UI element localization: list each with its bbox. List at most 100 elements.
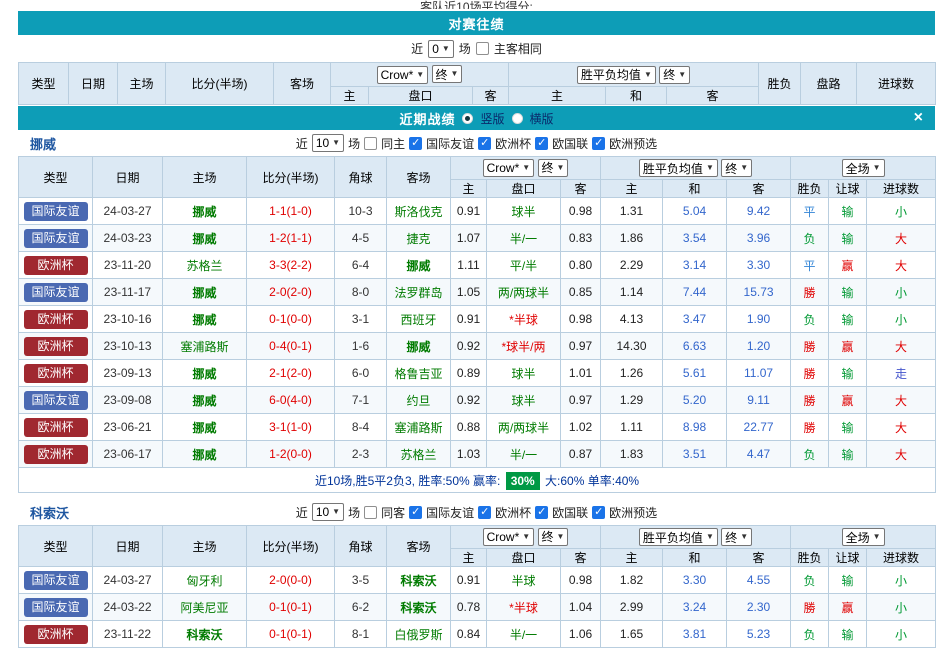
horizontal-layout-label[interactable]: 横版 — [530, 110, 554, 127]
avg-lose: 9.11 — [727, 387, 791, 414]
away-team-link[interactable]: 苏格兰 — [387, 441, 451, 468]
match-score: 0-4(0-1) — [247, 333, 335, 360]
result-flag: 勝 — [791, 333, 829, 360]
result-flag: 平 — [791, 252, 829, 279]
wdl-avg-select[interactable]: 胜平负均值 ▼ — [639, 528, 718, 546]
wdl-time-select[interactable]: 终 ▼ — [721, 159, 752, 177]
home-team-link[interactable]: 挪威 — [163, 279, 247, 306]
wdl-time-select[interactable]: 终 ▼ — [721, 528, 752, 546]
horizontal-layout-radio[interactable] — [512, 113, 523, 124]
away-team-link[interactable]: 科索沃 — [387, 594, 451, 621]
match-type-badge: 欧洲杯 — [24, 337, 88, 356]
home-team-link[interactable]: 挪威 — [163, 414, 247, 441]
match-type-cell: 欧洲杯 — [19, 333, 93, 360]
filter-eurocup-checkbox[interactable] — [478, 137, 491, 150]
away-team-link[interactable]: 斯洛伐克 — [387, 198, 451, 225]
goals-flag: 小 — [867, 621, 936, 648]
odds-company-header: Crow* ▼ 终 ▼ — [451, 526, 601, 549]
match-row: 欧洲杯23-10-13塞浦路斯0-4(0-1)1-6挪威0.92*球半/两0.9… — [19, 333, 936, 360]
filter-friendly-label: 国际友谊 — [426, 135, 474, 152]
match-type-cell: 国际友谊 — [19, 225, 93, 252]
filter-euroqualifier-checkbox[interactable] — [592, 506, 605, 519]
recent-results-table-away: 类型 日期 主场 比分(半场) 角球 客场 Crow* ▼ 终 ▼ — [18, 525, 936, 648]
home-team-link[interactable]: 挪威 — [163, 441, 247, 468]
match-score: 2-0(0-0) — [247, 567, 335, 594]
home-team-link[interactable]: 挪威 — [163, 360, 247, 387]
home-team-link[interactable]: 匈牙利 — [163, 567, 247, 594]
vertical-layout-label[interactable]: 竖版 — [480, 110, 504, 127]
same-venue-checkbox[interactable] — [364, 506, 377, 519]
away-team-link[interactable]: 挪威 — [387, 252, 451, 279]
corner-count: 8-4 — [335, 414, 387, 441]
same-home-away-checkbox[interactable] — [476, 42, 489, 55]
filter-nationsleague-checkbox[interactable] — [535, 137, 548, 150]
near-count-select[interactable]: 10 ▼ — [312, 503, 344, 521]
home-team-link[interactable]: 科索沃 — [163, 621, 247, 648]
h2h-near-count-select[interactable]: 0 ▼ — [428, 40, 454, 58]
match-type-badge: 国际友谊 — [24, 571, 88, 590]
home-team-link[interactable]: 挪威 — [163, 306, 247, 333]
away-team-link[interactable]: 塞浦路斯 — [387, 414, 451, 441]
away-team-link[interactable]: 白俄罗斯 — [387, 621, 451, 648]
col-result: 胜负 — [791, 180, 829, 198]
away-avg-goals-label: 客队近10场平均得分: — [420, 0, 533, 9]
filter-friendly-checkbox[interactable] — [409, 137, 422, 150]
same-venue-checkbox[interactable] — [364, 137, 377, 150]
wdl-avg-select[interactable]: 胜平负均值 ▼ — [577, 66, 656, 84]
match-date: 24-03-27 — [93, 567, 163, 594]
away-team-link[interactable]: 科索沃 — [387, 567, 451, 594]
goals-flag: 走 — [867, 360, 936, 387]
away-team-link[interactable]: 挪威 — [387, 333, 451, 360]
match-row: 国际友谊24-03-27挪威1-1(1-0)10-3斯洛伐克0.91球半0.98… — [19, 198, 936, 225]
away-team-link[interactable]: 西班牙 — [387, 306, 451, 333]
close-icon[interactable]: × — [914, 110, 923, 126]
home-team-link[interactable]: 挪威 — [163, 387, 247, 414]
avg-lose: 3.96 — [727, 225, 791, 252]
col-away-odds: 客 — [561, 549, 601, 567]
near-count-select[interactable]: 10 ▼ — [312, 134, 344, 152]
wdl-avg-value: 胜平负均值 — [643, 529, 703, 546]
filter-euroqualifier-checkbox[interactable] — [592, 137, 605, 150]
match-type-badge: 欧洲杯 — [24, 364, 88, 383]
away-team-link[interactable]: 法罗群岛 — [387, 279, 451, 306]
goals-flag: 大 — [867, 441, 936, 468]
avg-lose: 2.30 — [727, 594, 791, 621]
corner-count: 8-1 — [335, 621, 387, 648]
avg-draw: 3.30 — [663, 567, 727, 594]
vertical-layout-radio[interactable] — [462, 113, 473, 124]
avg-win: 4.13 — [601, 306, 663, 333]
home-team-link[interactable]: 阿美尼亚 — [163, 594, 247, 621]
away-team-link[interactable]: 捷克 — [387, 225, 451, 252]
filter-friendly-checkbox[interactable] — [409, 506, 422, 519]
goals-flag: 大 — [867, 252, 936, 279]
filter-nationsleague-checkbox[interactable] — [535, 506, 548, 519]
home-team-link[interactable]: 挪威 — [163, 225, 247, 252]
odds-company-select[interactable]: Crow* ▼ — [377, 66, 429, 84]
odds-company-select[interactable]: Crow* ▼ — [483, 528, 535, 546]
col-result: 胜负 — [791, 549, 829, 567]
scope-select[interactable]: 全场 ▼ — [842, 159, 885, 177]
away-team-link[interactable]: 约旦 — [387, 387, 451, 414]
dropdown-arrow-icon: ▼ — [332, 139, 340, 147]
scope-select[interactable]: 全场 ▼ — [842, 528, 885, 546]
wdl-avg-select[interactable]: 胜平负均值 ▼ — [639, 159, 718, 177]
dropdown-arrow-icon: ▼ — [740, 533, 748, 541]
goals-flag: 大 — [867, 225, 936, 252]
match-date: 23-06-21 — [93, 414, 163, 441]
match-score: 2-1(2-0) — [247, 360, 335, 387]
away-team-link[interactable]: 格鲁吉亚 — [387, 360, 451, 387]
wdl-time-select[interactable]: 终 ▼ — [659, 66, 690, 84]
odds-company-select[interactable]: Crow* ▼ — [483, 159, 535, 177]
odds-time-select[interactable]: 终 ▼ — [432, 65, 463, 83]
odds-time-select[interactable]: 终 ▼ — [538, 528, 569, 546]
result-flag: 负 — [791, 306, 829, 333]
home-team-link[interactable]: 挪威 — [163, 198, 247, 225]
odds-time-value: 终 — [542, 528, 554, 545]
filter-eurocup-checkbox[interactable] — [478, 506, 491, 519]
odds-time-select[interactable]: 终 ▼ — [538, 159, 569, 177]
home-team-link[interactable]: 苏格兰 — [163, 252, 247, 279]
home-team-link[interactable]: 塞浦路斯 — [163, 333, 247, 360]
dropdown-arrow-icon: ▼ — [557, 164, 565, 172]
match-date: 23-06-17 — [93, 441, 163, 468]
corner-count: 7-1 — [335, 387, 387, 414]
